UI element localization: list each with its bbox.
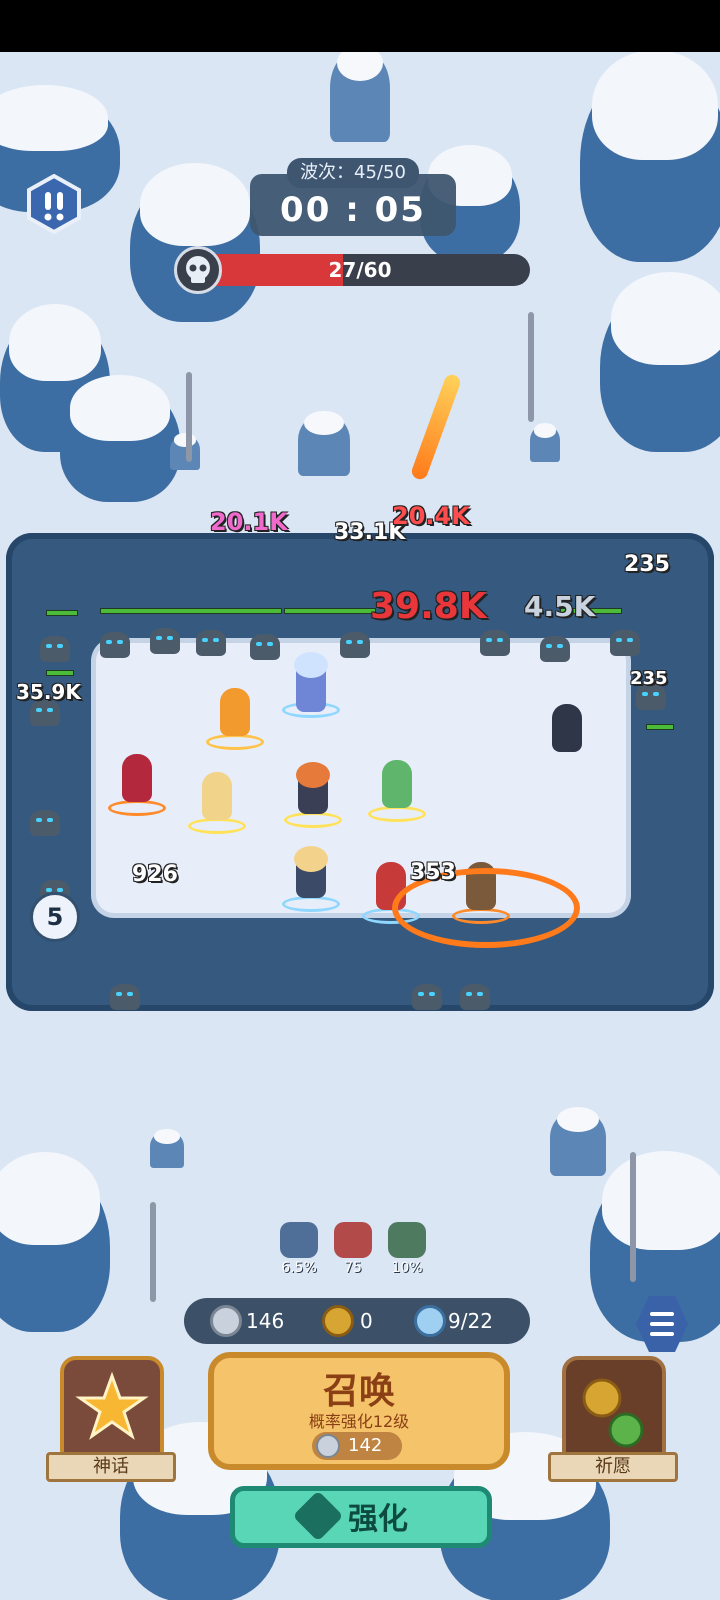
hero-ring (368, 806, 426, 822)
upgrade-label: 强化 (348, 1502, 408, 1537)
snow-rock (150, 1129, 184, 1168)
enemy-crow (196, 630, 226, 656)
unit-head-icon (414, 1305, 446, 1337)
bare-tree (630, 1152, 636, 1282)
hero-robot-gunner[interactable] (206, 684, 264, 750)
summon-cost: 142 (348, 1435, 383, 1456)
hero-head (296, 762, 330, 788)
exclamation-hex-icon (27, 173, 81, 235)
damage-number: 4.5K (524, 590, 596, 623)
enemy-hp-bar (46, 670, 74, 676)
hero-ring (206, 734, 264, 750)
wave-counter: 波次：45/50 (287, 158, 419, 188)
snow-rock (530, 423, 560, 462)
fireball-projectile (409, 372, 463, 482)
hero-ice-queen[interactable] (282, 652, 340, 718)
damage-number: 39.8K (370, 586, 487, 627)
bare-tree (150, 1202, 156, 1302)
enemy-hp-bar (46, 610, 78, 616)
unit-count: 9/22 (448, 1309, 493, 1333)
snow-tree (0, 1151, 110, 1332)
snow-rock (330, 52, 390, 142)
damage-number: 353 (410, 860, 456, 885)
enemy-crow (610, 630, 640, 656)
hero-demon-archer[interactable] (108, 750, 166, 816)
enemy-hp-bar (284, 608, 376, 614)
wave-timer: 00 : 05 (280, 190, 426, 230)
buff-crit-value: 6.5% (281, 1260, 317, 1276)
enemy-crow (110, 984, 140, 1010)
speed-arrow-icon[interactable] (388, 1222, 426, 1258)
menu-line (650, 1332, 674, 1336)
clover-coin-icon (582, 1378, 644, 1448)
enemy-crow (540, 636, 570, 662)
hero-head (294, 652, 328, 678)
hero-ninja[interactable] (538, 700, 596, 766)
menu-line (650, 1312, 674, 1316)
snow-tree (580, 52, 720, 262)
bare-tree (186, 372, 192, 462)
enemy-crow (150, 628, 180, 654)
silver-coin-icon (316, 1434, 340, 1458)
hero-body (382, 760, 412, 808)
enemy-crow (100, 632, 130, 658)
hero-ring (188, 818, 246, 834)
snow-tree (600, 271, 720, 452)
hero-ring (282, 896, 340, 912)
enemy-crow (250, 634, 280, 660)
enemy-crow (30, 810, 60, 836)
hero-cannoneer[interactable] (284, 762, 342, 828)
hero-body (122, 754, 152, 802)
status-bar (0, 0, 720, 52)
buff-speed-value: 10% (391, 1260, 423, 1276)
summon-title: 召唤 (322, 1371, 395, 1412)
mythic-star-icon (75, 1371, 149, 1440)
menu-line (650, 1322, 674, 1326)
enemy-crow (340, 632, 370, 658)
damage-number: 20.4K (392, 502, 470, 530)
hero-head (294, 846, 328, 872)
clover-coin-icon (322, 1305, 354, 1337)
snow-tree (60, 374, 180, 502)
hero-blonde-gunner[interactable] (282, 846, 340, 912)
clover-amount: 0 (360, 1309, 373, 1333)
skull-icon (174, 246, 222, 294)
enemy-crow (40, 636, 70, 662)
enemy-crow (480, 630, 510, 656)
silver-amount: 146 (246, 1309, 285, 1333)
hero-body (220, 688, 250, 736)
damage-number: 235 (624, 552, 670, 577)
enemy-crow (412, 984, 442, 1010)
snow-rock (298, 411, 350, 476)
hero-body (552, 704, 582, 752)
damage-number: 926 (132, 862, 178, 887)
mythic-label: 神话 (46, 1452, 176, 1482)
summon-subtitle: 概率强化12级 (308, 1412, 410, 1431)
hero-ring (108, 800, 166, 816)
mythic-button[interactable] (60, 1356, 164, 1466)
damage-number: 20.1K (210, 508, 288, 536)
pause-menu-button[interactable] (26, 173, 82, 235)
hero-ring (284, 812, 342, 828)
boss-progress-text: 27/60 (328, 258, 392, 282)
hero-goldsmith[interactable] (188, 768, 246, 834)
silver-coin-icon (210, 1305, 242, 1337)
enemy-hp-bar (646, 724, 674, 730)
snow-rock (170, 433, 200, 470)
enemy-crow (460, 984, 490, 1010)
attack-sword-icon[interactable] (334, 1222, 372, 1258)
wish-button[interactable] (562, 1356, 666, 1466)
wish-label: 祈愿 (548, 1452, 678, 1482)
snow-rock (550, 1106, 606, 1176)
bare-tree (528, 312, 534, 422)
enemy-hp-bar (100, 608, 282, 614)
crit-shield-icon[interactable] (280, 1222, 318, 1258)
hero-medusa[interactable] (368, 756, 426, 822)
damage-number: 235 (630, 668, 668, 689)
damage-number: 35.9K (16, 680, 81, 704)
enemy-count-bubble: 5 (30, 892, 80, 942)
hero-body (202, 772, 232, 820)
buff-attack-value: 75 (344, 1260, 362, 1276)
